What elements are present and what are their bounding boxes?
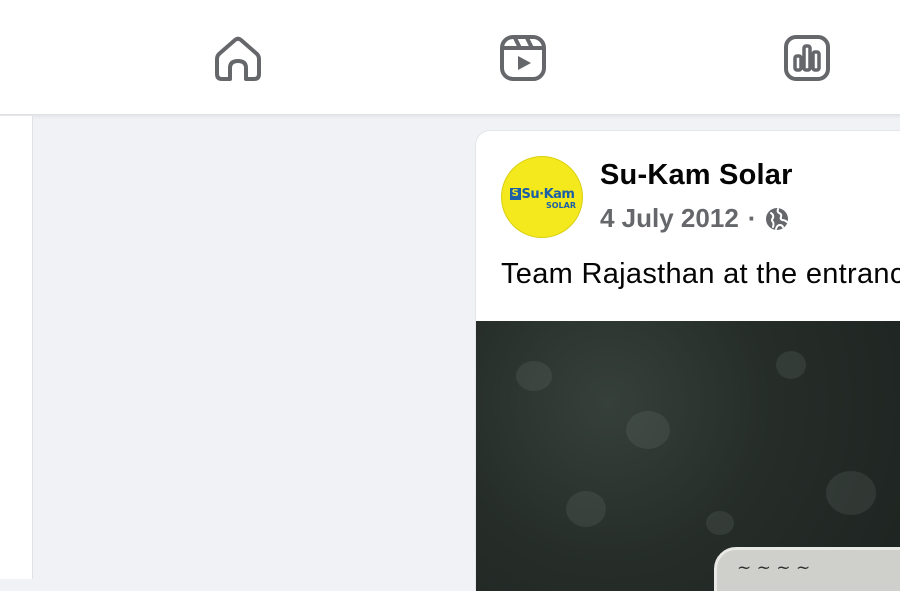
post-text: Team Rajasthan at the entrance <box>501 258 900 290</box>
post-photo[interactable]: ~ ~ ~ ~ <box>476 321 900 591</box>
insights-icon[interactable] <box>782 32 832 82</box>
globe-icon <box>766 207 789 230</box>
brand-logo: S Su·Kam <box>509 188 575 201</box>
post-card: S Su·Kam SOLAR Su-Kam Solar 4 July 2012 ·… <box>476 131 900 591</box>
page-name[interactable]: Su-Kam Solar <box>600 159 793 192</box>
reels-icon[interactable] <box>498 32 548 82</box>
left-panel <box>0 116 33 579</box>
photo-signboard: ~ ~ ~ ~ <box>714 547 900 591</box>
top-navigation-bar <box>0 0 900 115</box>
home-icon[interactable] <box>213 32 263 82</box>
post-date[interactable]: 4 July 2012 <box>600 203 739 234</box>
brand-logo-subtitle: SOLAR <box>545 201 576 210</box>
meta-separator: · <box>747 203 757 233</box>
post-meta: 4 July 2012 · <box>600 203 789 234</box>
avatar[interactable]: S Su·Kam SOLAR <box>501 156 583 238</box>
